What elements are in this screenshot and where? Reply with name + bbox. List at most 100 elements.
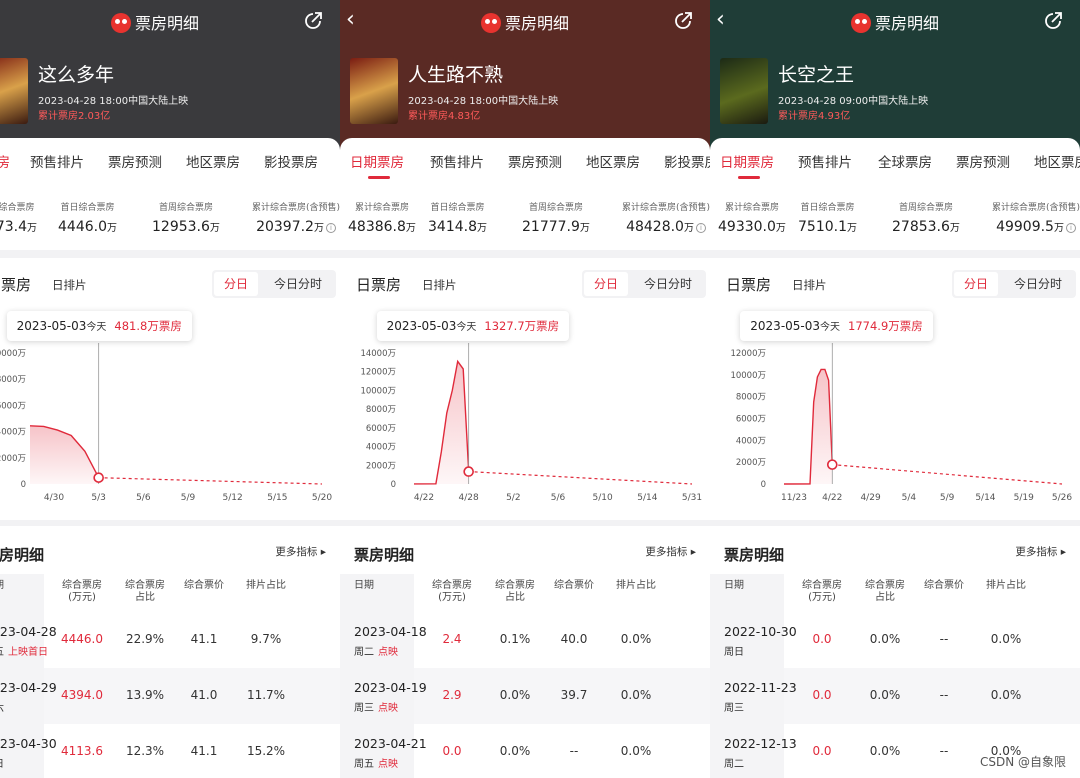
- tab-item[interactable]: 地区票房: [186, 151, 240, 171]
- x-tick-label: 11/23: [781, 493, 807, 503]
- chart-tooltip: 2023-05-03今天 1327.7万票房: [376, 311, 570, 341]
- info-icon[interactable]: i: [695, 223, 706, 233]
- row-share: 0.1%: [499, 632, 531, 646]
- stat-label: 首日综合票房: [60, 203, 115, 213]
- tab-item[interactable]: 预售排片: [430, 151, 484, 171]
- forecast-line: [468, 470, 693, 485]
- y-tick-label: 10000万: [360, 386, 396, 396]
- x-tick-label: 5/14: [637, 493, 657, 503]
- y-tick-label: 0: [761, 480, 766, 490]
- daily-box-office-chart: 日票房 日排片 分日 今日分时 0 2000万 4000万 6000万 8000万 10000万 1…: [340, 258, 710, 520]
- series-area: [414, 361, 469, 484]
- tab-item[interactable]: 日期票房: [0, 151, 10, 171]
- current-point[interactable]: [826, 459, 838, 470]
- date-column-bg: [0, 612, 44, 668]
- movie-panel: 票房明细这么多年2023-04-28 18:00中国大陆上映累计票房2.03亿日…: [0, 0, 340, 778]
- share-icon[interactable]: [302, 10, 324, 32]
- y-tick-label: 12000万: [360, 368, 396, 378]
- movie-poster[interactable]: [720, 58, 768, 124]
- tooltip-date: 2023-05-03: [16, 319, 87, 333]
- weekday-label: 周五: [0, 647, 4, 658]
- row-weekday: 周三: [724, 699, 744, 714]
- tooltip-today: 今天: [86, 322, 107, 333]
- box-office-detail-table: 票房明细 更多指标 ▸ 日期 综合票房 (万元) 综合票房 占比 综合票价 排片占比 2022…: [710, 526, 1080, 778]
- row-price: 41.0: [190, 688, 218, 702]
- tab-item[interactable]: 日期票房: [720, 151, 774, 171]
- table-header: 日期 综合票房 (万元) 综合票房 占比 综合票价 排片占比: [0, 574, 340, 612]
- stat-value: 27853.6万: [892, 219, 960, 235]
- box-office-detail-table: 票房明细 更多指标 ▸ 日期 综合票房 (万元) 综合票房 占比 综合票价 排片占比 2023…: [0, 526, 340, 778]
- y-tick-label: 0: [391, 480, 396, 490]
- more-metrics-button[interactable]: 更多指标 ▸: [645, 544, 696, 559]
- y-tick-label: 2000万: [0, 454, 26, 464]
- x-tick-label: 5/3: [91, 493, 105, 503]
- x-tick-label: 5/2: [506, 493, 520, 503]
- column-header: 综合票房 占比: [495, 580, 535, 603]
- row-date: 2023-04-28: [0, 624, 57, 639]
- movie-poster[interactable]: [0, 58, 28, 124]
- x-tick-label: 5/15: [267, 493, 287, 503]
- tab-item[interactable]: 日期票房: [350, 151, 404, 171]
- movie-title: 人生路不熟: [408, 64, 504, 86]
- tab-item[interactable]: 预售排片: [30, 151, 84, 171]
- chart-plot: 0 2000万 4000万 6000万 8000万 10000万 4/30 5/3 5/6 5/9…: [0, 343, 332, 503]
- chart-tooltip: 2023-05-03今天 481.8万票房: [6, 311, 192, 341]
- maoyan-logo-icon: [480, 13, 501, 33]
- stat-unit: 万: [1053, 223, 1064, 234]
- tab-item[interactable]: 票房预测: [108, 151, 162, 171]
- tab-item[interactable]: 票房预测: [956, 151, 1010, 171]
- movie-panel: ‹ 票房明细 长空之王 2023-04-28 09:00中国大陆上映 累计票房4.93亿…: [710, 0, 1080, 778]
- x-tick-label: 5/20: [312, 493, 332, 503]
- info-icon[interactable]: i: [1065, 223, 1076, 233]
- watermark: CSDN @自象限: [979, 755, 1066, 769]
- weekday-label: 周二: [354, 647, 374, 658]
- tab-item[interactable]: 影投票房: [264, 151, 318, 171]
- series-area: [784, 369, 833, 484]
- share-icon[interactable]: [672, 10, 694, 32]
- share-icon[interactable]: [1042, 10, 1064, 32]
- row-price: --: [569, 744, 579, 758]
- more-metrics-button[interactable]: 更多指标 ▸: [275, 544, 326, 559]
- info-icon[interactable]: i: [325, 223, 336, 233]
- daily-box-office-chart: 日票房日排片分日今日分时02000万4000万6000万8000万10000万4…: [0, 258, 340, 520]
- table-title: 票房明细: [354, 546, 415, 564]
- current-point[interactable]: [93, 472, 104, 483]
- tab-item[interactable]: 票房预测: [508, 151, 562, 171]
- tab-item[interactable]: 地区票房: [1034, 151, 1080, 171]
- column-header: 日期: [354, 580, 374, 591]
- tab-item[interactable]: 地区票房: [586, 151, 640, 171]
- current-point[interactable]: [463, 466, 474, 477]
- header-date-column-bg: [710, 574, 784, 612]
- table-row[interactable]: 2022-11-23 周三 0.0 0.0% -- 0.0%: [710, 668, 1080, 724]
- cumulative-box-office: 累计票房4.83亿: [408, 111, 481, 122]
- x-tick-label: 5/6: [551, 493, 566, 503]
- y-tick-label: 14000万: [360, 349, 396, 359]
- row-tag: 点映: [378, 703, 398, 714]
- row-weekday: 周六: [0, 699, 4, 714]
- tab-item[interactable]: 全球票房: [878, 151, 932, 171]
- table-row[interactable]: 2023-04-19 周三 点映 2.9 0.0% 39.7 0.0%: [340, 668, 710, 724]
- tab-item[interactable]: 影投票房: [664, 151, 710, 171]
- date-column-bg: [710, 668, 784, 724]
- movie-poster[interactable]: [350, 58, 398, 124]
- row-box: 4394.0: [61, 688, 103, 702]
- table-row[interactable]: 2023-04-30 周日 4113.6 12.3% 41.1 15.2%: [0, 724, 340, 778]
- column-header: 综合票房 占比: [865, 580, 905, 603]
- row-date: 2023-04-18: [354, 624, 427, 639]
- column-header: 综合票房 占比: [125, 580, 165, 603]
- stat-label: 累计综合票房(含预售): [622, 203, 710, 213]
- row-box: 2.4: [442, 632, 462, 646]
- table-row[interactable]: 2023-04-21 周五 点映 0.0 0.0% -- 0.0%: [340, 724, 710, 778]
- summary-stats: 累计综合票房 48386.8万 首日综合票房 3414.8万 首周综合票房 21777.9…: [340, 184, 710, 250]
- table-row[interactable]: 2023-04-29 周六 4394.0 13.9% 41.0 11.7%: [0, 668, 340, 724]
- column-header: 综合票房 (万元): [802, 580, 842, 603]
- more-metrics-button[interactable]: 更多指标 ▸: [1015, 544, 1066, 559]
- date-column-bg: [340, 668, 414, 724]
- table-row[interactable]: 2023-04-18 周二 点映 2.4 0.1% 40.0 0.0%: [340, 612, 710, 668]
- table-row[interactable]: 2022-10-30 周日 0.0 0.0% -- 0.0%: [710, 612, 1080, 668]
- weekday-label: 周三: [724, 703, 744, 714]
- table-row[interactable]: 2023-04-28 周五上映首日 4446.0 22.9% 41.1 9.7%: [0, 612, 340, 668]
- tab-active-indicator: [368, 176, 390, 179]
- tab-item[interactable]: 预售排片: [798, 151, 852, 171]
- stat-label: 首日综合票房: [800, 203, 855, 213]
